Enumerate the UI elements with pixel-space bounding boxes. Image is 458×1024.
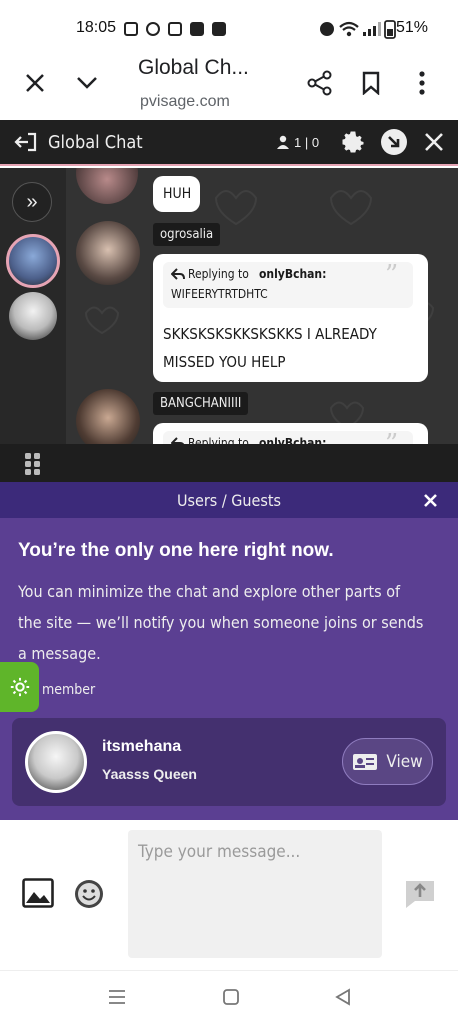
side-rail: » [0,168,66,444]
grip-icon[interactable] [24,452,42,476]
close-chat-icon[interactable] [424,132,444,152]
view-profile-button[interactable]: View [342,738,433,785]
quote-icon: ” [385,260,399,290]
browser-toolbar: Global Ch... pvisage.com [0,56,458,120]
youtube-icon [190,22,204,36]
reply-user: onlyBchan: [259,436,327,444]
system-nav-bar [0,970,458,1024]
expand-rail-button[interactable]: » [12,182,52,222]
status-bar: 18:05 51% [0,0,458,56]
compose-area [0,820,458,970]
id-card-icon [353,753,378,770]
message-bubble: HUH [153,176,200,212]
wifi-icon [339,21,359,37]
double-chevron-right-icon: » [26,190,38,213]
reply-user: onlyBchan: [259,267,327,281]
battery-level: 51% [395,19,428,36]
back-icon[interactable] [334,988,352,1006]
online-count: 1 | 0 [294,135,320,150]
close-icon [26,74,44,92]
image-upload-icon[interactable] [22,878,54,908]
empty-room-heading: You’re the only one here right now. [18,540,334,561]
chat-messages-area[interactable]: » HUH ogrosalia Replying to onlyBchan: W… [0,168,458,444]
gear-icon[interactable] [339,128,367,156]
message-bubble: Replying to onlyBchan: ” [153,423,428,444]
view-button-label: View [386,751,423,772]
reply-quote[interactable]: Replying to onlyBchan: WIFEERYTRTDHTC ” [163,260,413,308]
empty-room-message: You can minimize the chat and explore ot… [18,582,424,663]
rail-avatar-1[interactable] [6,234,60,288]
quote-icon: ” [385,429,399,444]
user-icon [277,135,289,149]
message-bubble: Replying to onlyBchan: WIFEERYTRTDHTC ” … [153,254,428,382]
battery-icon [384,20,396,39]
users-panel-title: Users / Guests [176,491,282,510]
message-avatar[interactable] [76,221,140,285]
reply-icon [171,437,185,444]
qr-icon [168,22,182,36]
page-title: Global Ch... [138,56,249,79]
reply-prefix: Replying to [188,267,249,281]
settings-tab-button[interactable] [0,662,39,712]
message-text: SKKSKSKSKKSKSKKS I ALREADY MISSED YOU HE… [163,325,377,371]
signal-icon [363,22,381,36]
instagram-icon [124,22,138,36]
users-panel-header: Users / Guests [0,482,458,518]
reply-prefix: Replying to [188,436,249,444]
chat-title: Global Chat [48,132,143,153]
collapse-button[interactable] [69,65,105,101]
gear-outline-icon [10,677,29,697]
bookmark-button[interactable] [353,65,389,101]
more-menu-button[interactable] [404,65,440,101]
send-icon[interactable] [403,878,437,910]
chat-header: Global Chat 1 | 0 [0,120,458,166]
message-username[interactable]: BANGCHANIIII [153,392,249,415]
recent-apps-icon[interactable] [108,989,126,1005]
message-input[interactable] [128,830,382,958]
exit-chat-icon[interactable] [14,132,38,152]
bookmark-icon [362,71,380,95]
users-panel: You’re the only one here right now. You … [0,518,458,820]
emoji-icon[interactable] [73,878,105,910]
minimize-icon[interactable] [380,128,408,156]
home-icon[interactable] [222,988,240,1006]
message-username[interactable]: ogrosalia [153,223,221,246]
share-button[interactable] [302,65,338,101]
user-avatar[interactable] [25,731,87,793]
close-tab-button[interactable] [17,65,53,101]
message-text: HUH [163,186,192,202]
reply-quote[interactable]: Replying to onlyBchan: ” [163,429,413,444]
user-status: Yaasss Queen [102,766,197,782]
user-name: itsmehana [102,738,182,755]
chevron-down-icon [77,77,97,89]
page-url[interactable]: pvisage.com [140,93,230,111]
rail-avatar-2[interactable] [9,292,57,340]
youtube-icon-2 [212,22,226,36]
share-icon [307,70,332,96]
status-time: 18:05 [76,19,117,36]
member-label: member [42,682,96,698]
user-card[interactable]: itsmehana Yaasss Queen View [12,718,446,806]
alarm-icon [320,22,334,36]
reply-snippet: WIFEERYTRTDHTC [171,287,268,301]
resize-grip-bar[interactable] [0,444,458,482]
reply-icon [171,268,185,280]
message-avatar[interactable] [76,389,140,444]
close-panel-icon[interactable] [423,493,438,508]
bug-icon [146,22,160,36]
more-vertical-icon [419,71,425,95]
